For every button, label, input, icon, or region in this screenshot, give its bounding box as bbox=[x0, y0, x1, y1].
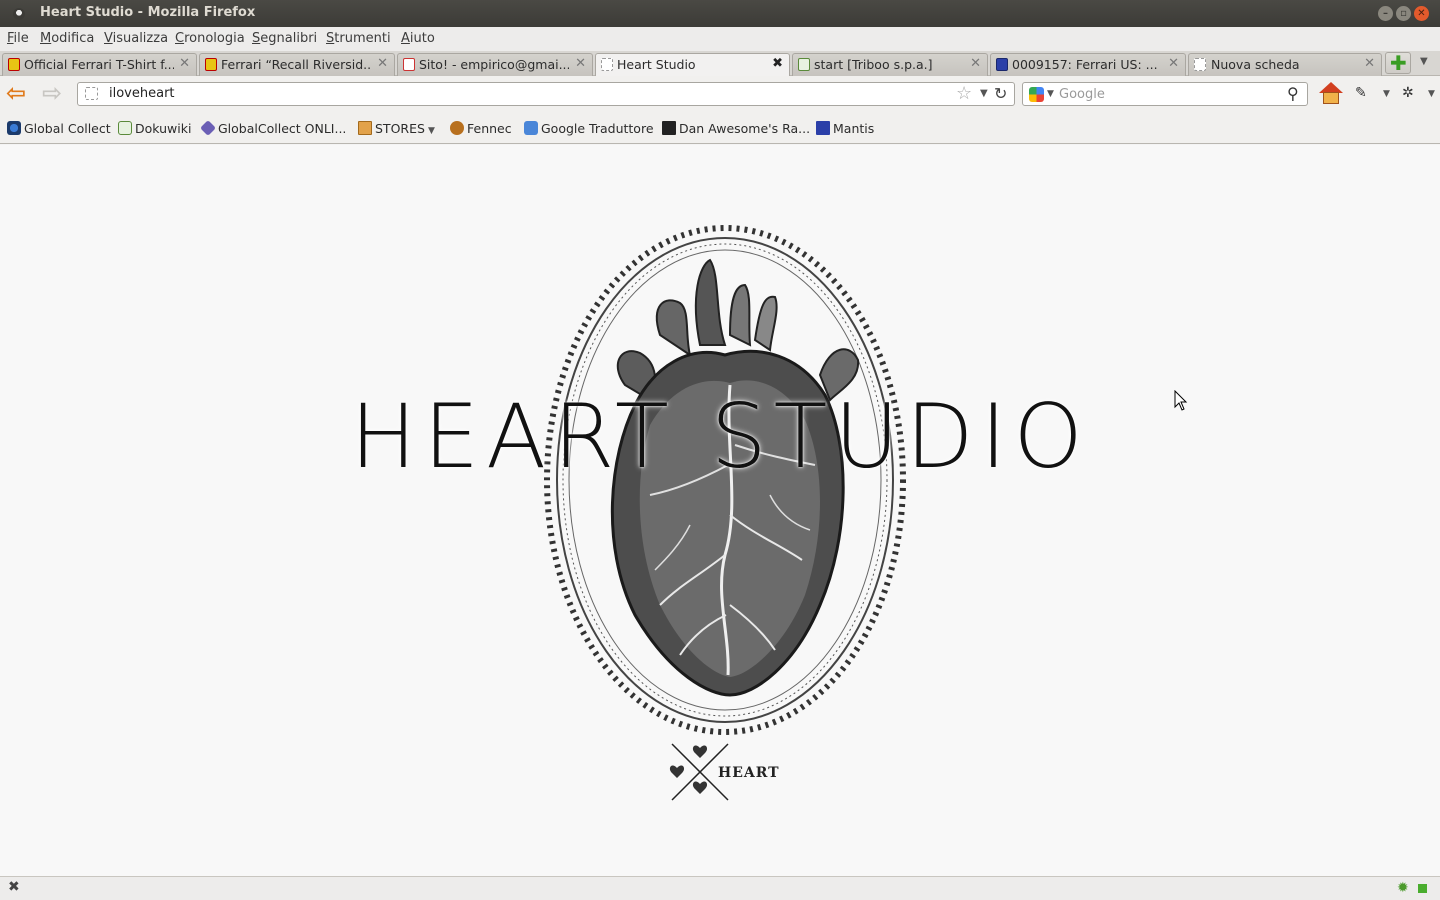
close-find-bar-icon[interactable]: ✖ bbox=[8, 879, 20, 895]
close-tab-icon[interactable]: ✕ bbox=[1364, 56, 1375, 71]
gmail-icon bbox=[403, 58, 415, 71]
new-tab-button[interactable]: ✚ bbox=[1385, 51, 1411, 75]
back-arrow-icon[interactable]: ⇦ bbox=[6, 81, 26, 105]
menu-aiuto[interactable]: Aiuto bbox=[401, 31, 435, 46]
tab-gmail-sito[interactable]: Sito! - empirico@gmai... ✕ bbox=[397, 53, 593, 76]
bookmark-folder-stores[interactable]: STORES ▼ bbox=[358, 121, 435, 136]
blank-page-icon bbox=[1194, 58, 1206, 71]
tab-heart-studio[interactable]: Heart Studio ✖ bbox=[595, 53, 790, 77]
tab-label: start [Triboo s.p.a.] bbox=[814, 57, 933, 72]
logo-wordmark: HEART bbox=[718, 765, 780, 781]
addon-dropdown-icon[interactable]: ▼ bbox=[1383, 89, 1390, 99]
maximize-button[interactable]: ▫ bbox=[1396, 6, 1411, 21]
close-tab-icon[interactable]: ✕ bbox=[179, 56, 190, 71]
reload-icon[interactable]: ↻ bbox=[994, 84, 1007, 103]
search-input[interactable] bbox=[1059, 86, 1279, 102]
status-bar: ✖ ✹ bbox=[0, 876, 1440, 900]
fennec-icon bbox=[450, 121, 464, 135]
google-translate-icon bbox=[524, 121, 538, 135]
status-indicator-icon[interactable] bbox=[1418, 884, 1427, 893]
addon-dropdown-icon[interactable]: ▼ bbox=[1428, 89, 1435, 99]
bookmark-fennec[interactable]: Fennec bbox=[450, 121, 512, 136]
ferrari-icon bbox=[8, 58, 20, 71]
bookmark-google-traduttore[interactable]: Google Traduttore bbox=[524, 121, 654, 136]
mantis-icon bbox=[816, 121, 830, 135]
tab-label: Sito! - empirico@gmai... bbox=[419, 57, 569, 72]
url-text[interactable]: iloveheart bbox=[109, 86, 175, 101]
home-icon[interactable] bbox=[1318, 81, 1344, 107]
bookmark-mantis[interactable]: Mantis bbox=[816, 121, 874, 136]
search-icon[interactable]: ⚲ bbox=[1287, 84, 1299, 103]
dokuwiki-icon bbox=[798, 58, 810, 71]
bookmark-global-collect[interactable]: Global Collect bbox=[7, 121, 111, 136]
blank-page-icon bbox=[601, 58, 613, 71]
menu-segnalibri[interactable]: Segnalibri bbox=[252, 31, 317, 46]
tab-label: Nuova scheda bbox=[1211, 57, 1300, 72]
close-tab-icon[interactable]: ✕ bbox=[1168, 56, 1179, 71]
bookmarks-toolbar: Global Collect Dokuwiki GlobalCollect ON… bbox=[0, 113, 1440, 144]
tab-triboo-start[interactable]: start [Triboo s.p.a.] ✕ bbox=[792, 53, 988, 76]
close-tab-icon[interactable]: ✕ bbox=[970, 56, 981, 71]
close-tab-icon[interactable]: ✖ bbox=[772, 56, 783, 71]
globalcollect-icon bbox=[7, 121, 21, 135]
tab-label: 0009157: Ferrari US: ... bbox=[1012, 57, 1158, 72]
addon-puzzle-icon[interactable]: ✲ bbox=[1402, 85, 1414, 101]
tab-label: Heart Studio bbox=[617, 57, 696, 72]
window-menu-icon[interactable] bbox=[13, 8, 25, 20]
dokuwiki-icon bbox=[118, 121, 132, 135]
addon-tool-icon[interactable]: ✎ bbox=[1355, 85, 1367, 101]
bookmark-dokuwiki[interactable]: Dokuwiki bbox=[118, 121, 191, 136]
close-tab-icon[interactable]: ✕ bbox=[575, 56, 586, 71]
ferrari-icon bbox=[205, 58, 217, 71]
menu-modifica[interactable]: Modifica bbox=[40, 31, 94, 46]
tab-nuova-scheda[interactable]: Nuova scheda ✕ bbox=[1188, 53, 1382, 76]
bookmark-globalcollect-online[interactable]: GlobalCollect ONLI... bbox=[200, 120, 346, 136]
tab-official-ferrari-tshirt[interactable]: Official Ferrari T-Shirt f... ✕ bbox=[2, 53, 197, 76]
mantis-icon bbox=[996, 58, 1008, 71]
history-dropdown-icon[interactable]: ▼ bbox=[980, 88, 988, 99]
chevron-down-icon: ▼ bbox=[427, 126, 435, 136]
page-content: HEART STUDIO HEART bbox=[0, 145, 1440, 876]
window-title: Heart Studio - Mozilla Firefox bbox=[40, 5, 256, 20]
tab-label: Official Ferrari T-Shirt f... bbox=[24, 57, 174, 72]
search-bar: ▼ ⚲ bbox=[1022, 82, 1308, 106]
menu-file[interactable]: File bbox=[7, 31, 29, 46]
bookmark-dan-awesome[interactable]: Dan Awesome's Ra... bbox=[662, 121, 810, 136]
forward-arrow-icon[interactable]: ⇨ bbox=[42, 81, 62, 105]
engine-dropdown-icon[interactable]: ▼ bbox=[1047, 89, 1054, 99]
globalcollect-online-icon bbox=[200, 120, 216, 136]
plus-icon: ✚ bbox=[1390, 51, 1407, 75]
window-titlebar: Heart Studio - Mozilla Firefox – ▫ ✕ bbox=[0, 0, 1440, 27]
close-tab-icon[interactable]: ✕ bbox=[377, 56, 388, 71]
menu-visualizza[interactable]: Visualizza bbox=[104, 31, 168, 46]
google-engine-icon[interactable] bbox=[1029, 87, 1044, 102]
close-window-button[interactable]: ✕ bbox=[1414, 6, 1429, 21]
minimize-button[interactable]: – bbox=[1378, 6, 1393, 21]
tab-ferrari-recall[interactable]: Ferrari “Recall Riversid... ✕ bbox=[199, 53, 395, 76]
folder-icon bbox=[358, 121, 372, 135]
tab-label: Ferrari “Recall Riversid... bbox=[221, 57, 371, 72]
tab-strip: Official Ferrari T-Shirt f... ✕ Ferrari … bbox=[0, 51, 1440, 77]
dan-awesome-icon bbox=[662, 121, 676, 135]
navigation-toolbar: ⇦ ⇨ iloveheart ☆ ▼ ↻ ▼ ⚲ ✎ ▼ ✲ ▼ bbox=[0, 76, 1440, 113]
mouse-cursor-icon bbox=[1174, 390, 1188, 411]
brand-title: HEART STUDIO bbox=[350, 385, 1090, 488]
menu-strumenti[interactable]: Strumenti bbox=[326, 31, 391, 46]
list-all-tabs-icon[interactable]: ▼ bbox=[1420, 56, 1428, 67]
site-identity-icon[interactable] bbox=[85, 87, 98, 100]
menu-cronologia[interactable]: Cronologia bbox=[175, 31, 245, 46]
tab-mantis-issue[interactable]: 0009157: Ferrari US: ... ✕ bbox=[990, 53, 1186, 76]
bookmark-star-icon[interactable]: ☆ bbox=[956, 83, 972, 104]
menu-bar: File Modifica Visualizza Cronologia Segn… bbox=[0, 27, 1440, 51]
firebug-icon[interactable]: ✹ bbox=[1397, 880, 1409, 896]
url-bar[interactable]: iloveheart ☆ ▼ ↻ bbox=[77, 82, 1015, 106]
